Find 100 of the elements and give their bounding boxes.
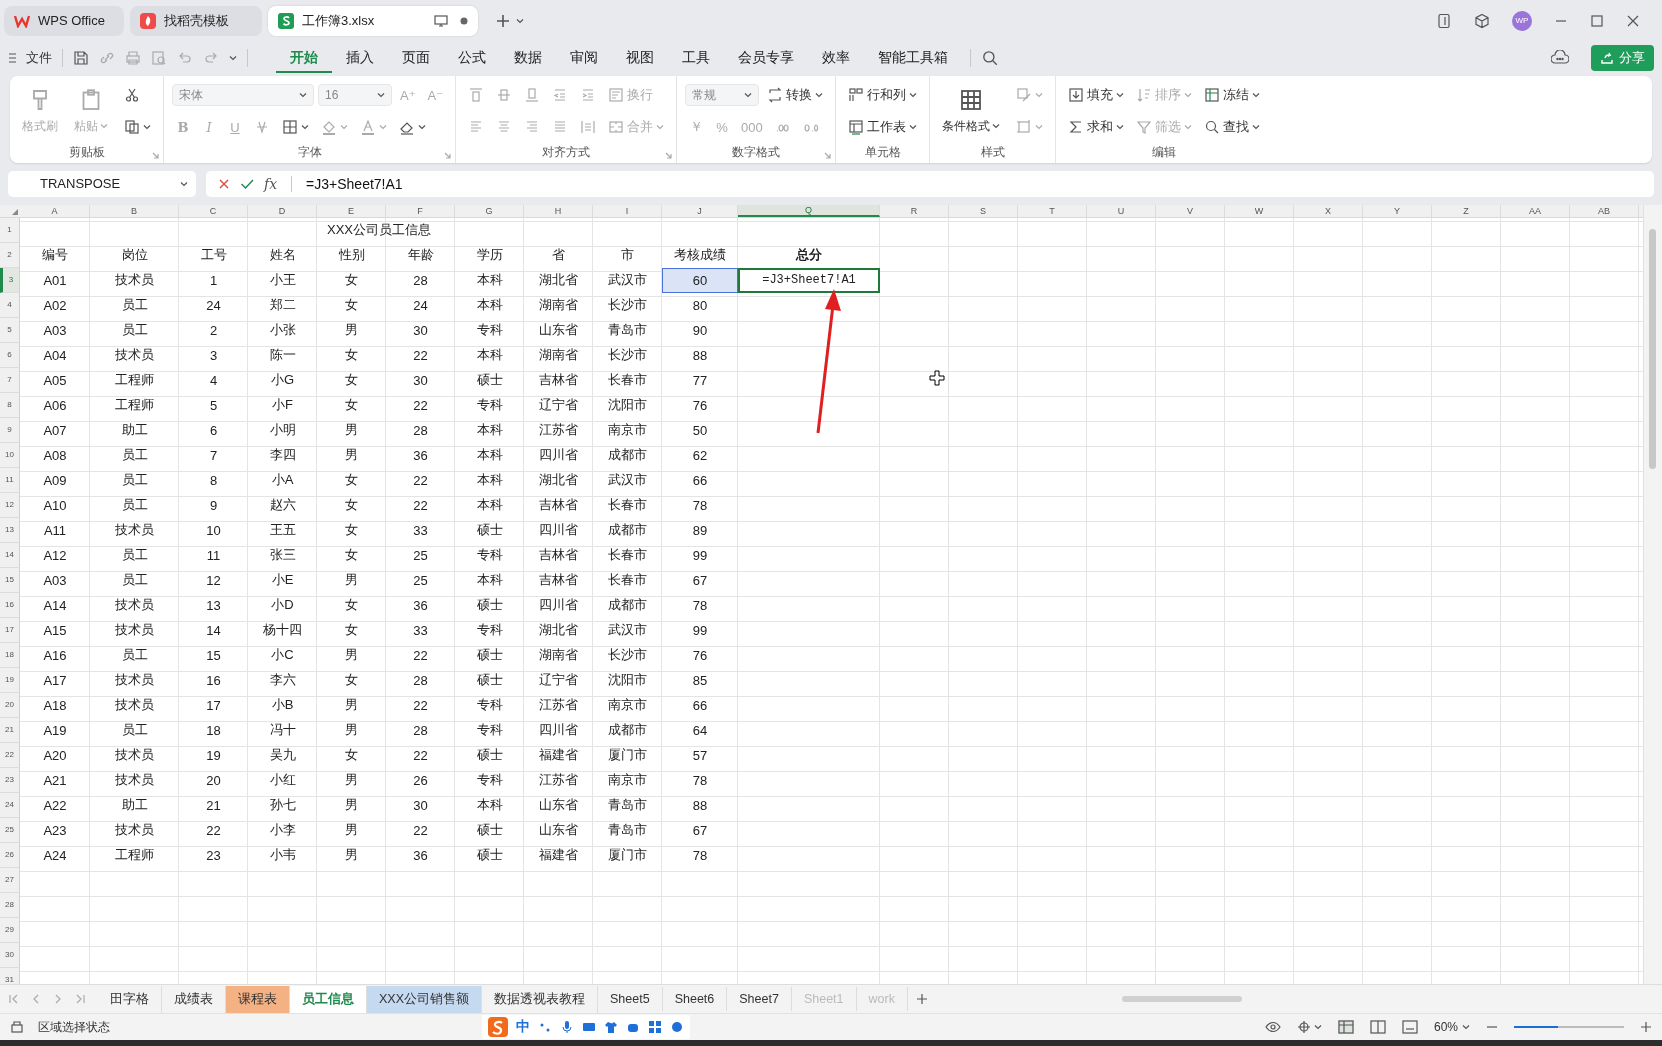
close-icon[interactable]	[1626, 13, 1640, 28]
ribbon-tab[interactable]: 页面	[388, 42, 444, 73]
crosshair-icon[interactable]	[1296, 1020, 1311, 1035]
column-header[interactable]: R	[880, 204, 949, 217]
sheet-tab[interactable]: Sheet7	[727, 987, 792, 1012]
eye-icon[interactable]	[1264, 1021, 1281, 1034]
spreadsheet-grid[interactable]	[0, 204, 1662, 985]
horizontal-scrollbar[interactable]	[1122, 996, 1242, 1003]
row-header[interactable]: 11	[0, 467, 20, 493]
sheet-tab[interactable]: XXX公司销售额	[367, 985, 482, 1013]
normal-view-icon[interactable]	[1337, 1020, 1354, 1035]
insert-function-button[interactable]: fx	[264, 175, 278, 192]
grid-icon[interactable]	[648, 1020, 662, 1035]
vertical-scrollbar[interactable]	[1643, 204, 1662, 985]
ribbon-tab[interactable]: 数据	[500, 42, 556, 73]
row-header[interactable]: 9	[0, 417, 20, 443]
column-header[interactable]: H	[524, 204, 593, 217]
formula-field[interactable]: fx =J3+Sheet7!A1	[206, 170, 1654, 197]
ribbon-tab[interactable]: 公式	[444, 42, 500, 73]
ribbon-tab[interactable]: 审阅	[556, 42, 612, 73]
ribbon-tab[interactable]: 会员专享	[724, 42, 808, 73]
row-header[interactable]: 6	[0, 342, 20, 368]
column-header[interactable]: I	[593, 204, 662, 217]
row-header[interactable]: 26	[0, 842, 20, 868]
input-method-toolbar[interactable]: 中	[482, 1015, 690, 1040]
ribbon-button[interactable]: 冻结	[1200, 84, 1265, 107]
cube-icon[interactable]	[1474, 12, 1490, 29]
row-header[interactable]: 5	[0, 317, 20, 343]
name-box[interactable]: TRANSPOSE	[8, 170, 196, 197]
row-header[interactable]: 10	[0, 442, 20, 468]
zoom-in-icon[interactable]	[1640, 1021, 1652, 1034]
column-header[interactable]: B	[90, 204, 179, 217]
ribbon-button[interactable]: 查找	[1200, 116, 1265, 139]
row-header[interactable]: 16	[0, 592, 20, 618]
row-header[interactable]: 29	[0, 917, 20, 943]
dialog-launcher-icon[interactable]	[665, 151, 673, 159]
dropdown-field[interactable]: 常规	[685, 84, 760, 107]
ribbon-tab[interactable]: 插入	[332, 42, 388, 73]
ribbon-tab[interactable]: 工具	[668, 42, 724, 73]
column-header[interactable]: E	[317, 204, 386, 217]
window-tab[interactable]: 工作簿3.xlsx	[268, 5, 478, 36]
chat-cloud-icon[interactable]	[1551, 49, 1569, 66]
last-sheet-icon[interactable]	[74, 993, 86, 1006]
ribbon-button[interactable]: 填充	[1064, 84, 1129, 107]
file-menu[interactable]: 文件	[8, 48, 52, 67]
ribbon-tab[interactable]: 智能工具箱	[864, 42, 962, 73]
print-icon[interactable]	[125, 49, 141, 66]
confirm-icon[interactable]	[240, 177, 254, 190]
row-header[interactable]: 15	[0, 567, 20, 593]
column-header[interactable]: G	[455, 204, 524, 217]
ime-mode-label[interactable]: 中	[516, 1018, 530, 1037]
column-header[interactable]: S	[949, 204, 1018, 217]
first-sheet-icon[interactable]	[8, 993, 20, 1006]
scroll-thumb[interactable]	[1649, 228, 1656, 469]
column-header[interactable]: AB	[1570, 204, 1639, 217]
row-header[interactable]: 22	[0, 742, 20, 768]
page-layout-icon[interactable]	[1369, 1020, 1386, 1035]
row-header[interactable]: 3	[0, 267, 20, 293]
shirt-icon[interactable]	[604, 1020, 618, 1035]
cancel-icon[interactable]	[218, 177, 230, 190]
avatar[interactable]: WP	[1512, 10, 1532, 31]
ribbon-tab[interactable]: 开始	[276, 42, 332, 73]
column-header[interactable]: Z	[1432, 204, 1501, 217]
row-header[interactable]: 20	[0, 692, 20, 718]
zoom-slider[interactable]	[1514, 1026, 1624, 1029]
column-header[interactable]: X	[1294, 204, 1363, 217]
row-header[interactable]: 1	[0, 217, 20, 243]
zoom-level[interactable]: 60%	[1433, 1020, 1470, 1035]
row-header[interactable]: 24	[0, 792, 20, 818]
sheet-tab[interactable]: Sheet6	[662, 987, 728, 1012]
window-tab[interactable]: WPS Office	[4, 5, 124, 36]
row-header[interactable]: 14	[0, 542, 20, 568]
row-header[interactable]: 28	[0, 892, 20, 918]
select-all-icon[interactable]	[12, 208, 18, 215]
column-header[interactable]: C	[179, 204, 248, 217]
cell-editor[interactable]: =J3+Sheet7!A1	[738, 267, 880, 293]
row-header[interactable]: 21	[0, 717, 20, 743]
column-header[interactable]: U	[1087, 204, 1156, 217]
add-sheet-icon[interactable]	[915, 993, 928, 1006]
row-header[interactable]: 8	[0, 392, 20, 418]
row-header[interactable]: 7	[0, 367, 20, 393]
tablet-icon[interactable]	[1436, 12, 1452, 29]
sheet-tab[interactable]: 员工信息	[290, 985, 367, 1013]
row-header[interactable]: 4	[0, 292, 20, 318]
row-header[interactable]: 12	[0, 492, 20, 518]
column-header[interactable]: Y	[1363, 204, 1432, 217]
window-tab[interactable]: 找稻壳模板	[130, 5, 262, 36]
row-header[interactable]: 27	[0, 867, 20, 893]
print-preview-icon[interactable]	[151, 49, 167, 66]
microphone-icon[interactable]	[560, 1020, 574, 1035]
save-icon[interactable]	[73, 49, 89, 66]
column-header[interactable]: A	[20, 204, 90, 217]
sheet-tab[interactable]: 田字格	[98, 985, 162, 1013]
dialog-launcher-icon[interactable]	[824, 151, 832, 159]
sheet-tab[interactable]: 课程表	[226, 985, 290, 1013]
plus-icon[interactable]	[496, 13, 510, 28]
ribbon-button[interactable]: 条件格式	[938, 79, 1005, 143]
column-header[interactable]: V	[1156, 204, 1225, 217]
column-header[interactable]: T	[1018, 204, 1087, 217]
column-header[interactable]: Q	[738, 204, 880, 217]
